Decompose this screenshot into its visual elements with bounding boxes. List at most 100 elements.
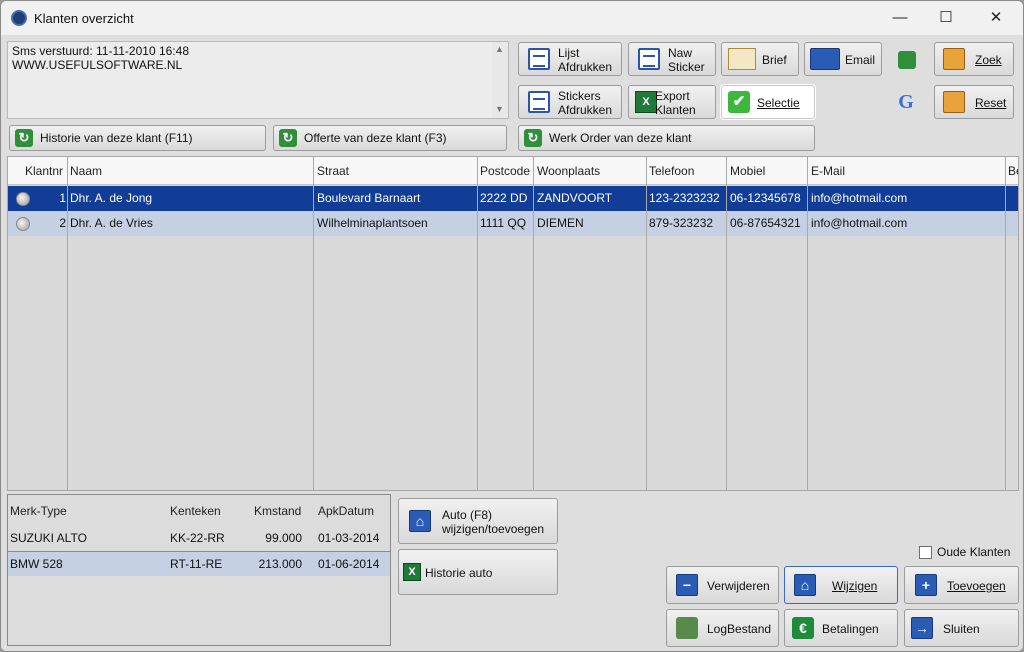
export-klanten-label: Export Klanten	[655, 89, 696, 117]
klanten-grid[interactable]: Klantnr Naam Straat Postcode Woonplaats …	[7, 156, 1019, 491]
column-divider	[646, 157, 647, 490]
row-radio[interactable]	[16, 192, 30, 206]
sms-website-line: WWW.USEFULSOFTWARE.NL	[12, 58, 183, 72]
cell-email: info@hotmail.com	[811, 216, 908, 230]
wijzigen-label: Wijzigen	[832, 579, 878, 593]
sms-sent-line: Sms verstuurd: 11-11-2010 16:48	[12, 44, 189, 58]
sms-text: Sms verstuurd: 11-11-2010 16:48 WWW.USEF…	[12, 44, 189, 72]
checkmark-icon: ✔	[728, 91, 750, 113]
excel-icon: X	[403, 563, 421, 581]
verwijderen-label: Verwijderen	[707, 579, 770, 593]
maximize-button[interactable]: ☐	[923, 1, 969, 35]
table-row[interactable]: 2 Dhr. A. de Vries Wilhelminaplantsoen 1…	[8, 211, 1018, 236]
oude-klanten-checkbox[interactable]	[919, 546, 932, 559]
sms-info-box[interactable]: Sms verstuurd: 11-11-2010 16:48 WWW.USEF…	[7, 41, 509, 119]
col-mobiel[interactable]: Mobiel	[730, 157, 765, 185]
google-icon[interactable]: G	[895, 91, 917, 113]
selectie-button[interactable]: ✔ Selectie	[721, 85, 815, 119]
cell-postcode: 1111 QQ	[480, 216, 527, 230]
historie-klant-label: Historie van deze klant (F11)	[40, 131, 193, 145]
list-item[interactable]: SUZUKI ALTO KK-22-RR 99.000 01-03-2014	[8, 526, 390, 551]
cell-klantnr: 1	[59, 191, 66, 205]
column-divider	[477, 157, 478, 490]
col-telefoon[interactable]: Telefoon	[649, 157, 694, 185]
sms-icon[interactable]	[898, 51, 916, 69]
cell-kenteken: KK-22-RR	[170, 531, 225, 545]
scroll-up-icon[interactable]: ▲	[495, 44, 504, 54]
offerte-klant-button[interactable]: ↻ Offerte van deze klant (F3)	[273, 125, 507, 151]
list-item[interactable]: BMW 528 RT-11-RE 213.000 01-06-2014	[8, 551, 390, 576]
email-button[interactable]: Email	[804, 42, 882, 76]
oude-klanten-label: Oude Klanten	[937, 545, 1011, 559]
table-row[interactable]: 1 Dhr. A. de Jong Boulevard Barnaart 222…	[8, 186, 1018, 211]
minimize-button[interactable]: —	[877, 1, 923, 35]
email-icon	[810, 48, 840, 70]
auto-wijzigen-label: Auto (F8) wijzigen/toevoegen	[442, 508, 545, 536]
cell-woonplaats: DIEMEN	[537, 216, 584, 230]
col-klantnr[interactable]: Klantnr	[25, 157, 63, 185]
grid-header: Klantnr Naam Straat Postcode Woonplaats …	[8, 157, 1018, 185]
email-label: Email	[845, 53, 876, 67]
row-radio[interactable]	[16, 217, 30, 231]
zoek-button[interactable]: Zoek	[934, 42, 1014, 76]
col-kmstand[interactable]: Kmstand	[254, 495, 301, 527]
export-klanten-button[interactable]: X Export Klanten	[628, 85, 716, 119]
lijst-afdrukken-button[interactable]: Lijst Afdrukken	[518, 42, 622, 76]
cell-straat: Boulevard Barnaart	[317, 191, 421, 205]
col-woonplaats[interactable]: Woonplaats	[537, 157, 600, 185]
sluiten-label: Sluiten	[943, 622, 980, 636]
selectie-label: Selectie	[757, 96, 800, 110]
auto-wijzigen-button[interactable]: ⌂ Auto (F8) wijzigen/toevoegen	[398, 498, 558, 544]
letter-icon	[728, 48, 756, 70]
offerte-klant-label: Offerte van deze klant (F3)	[304, 131, 447, 145]
zoek-label: Zoek	[975, 53, 1002, 67]
verwijderen-button[interactable]: − Verwijderen	[666, 566, 779, 604]
cell-kmstand: 99.000	[265, 531, 302, 545]
cell-merk-type: BMW 528	[10, 557, 63, 571]
col-email[interactable]: E-Mail	[811, 157, 845, 185]
column-divider	[1005, 157, 1006, 490]
wijzigen-button[interactable]: ⌂ Wijzigen	[784, 566, 898, 604]
edit-icon: ⌂	[794, 574, 816, 596]
app-icon	[11, 10, 27, 26]
window-title: Klanten overzicht	[34, 11, 134, 26]
reset-icon	[943, 91, 965, 113]
werkorder-klant-label: Werk Order van deze klant	[549, 131, 692, 145]
col-be[interactable]: Be	[1008, 157, 1018, 185]
reset-button[interactable]: Reset	[934, 85, 1014, 119]
historie-klant-button[interactable]: ↻ Historie van deze klant (F11)	[9, 125, 266, 151]
cell-apkdatum: 01-06-2014	[318, 557, 380, 571]
excel-icon: X	[635, 91, 657, 113]
werkorder-klant-button[interactable]: ↻ Werk Order van deze klant	[518, 125, 815, 151]
naw-sticker-button[interactable]: Naw Sticker	[628, 42, 716, 76]
cell-naam: Dhr. A. de Vries	[70, 216, 153, 230]
brief-label: Brief	[762, 53, 787, 67]
historie-auto-label: Historie auto	[425, 566, 493, 580]
col-kenteken[interactable]: Kenteken	[170, 495, 221, 527]
stickers-afdrukken-label: Stickers Afdrukken	[558, 89, 613, 117]
plus-icon: +	[915, 574, 937, 596]
col-naam[interactable]: Naam	[70, 157, 102, 185]
col-postcode[interactable]: Postcode	[480, 157, 530, 185]
cell-kenteken: RT-11-RE	[170, 557, 223, 571]
stickers-afdrukken-button[interactable]: Stickers Afdrukken	[518, 85, 622, 119]
close-button[interactable]: ✕	[973, 1, 1019, 35]
brief-button[interactable]: Brief	[721, 42, 799, 76]
cell-mobiel: 06-87654321	[730, 216, 801, 230]
toevoegen-button[interactable]: + Toevoegen	[904, 566, 1019, 604]
col-apkdatum[interactable]: ApkDatum	[318, 495, 374, 527]
reset-label: Reset	[975, 96, 1007, 110]
cell-naam: Dhr. A. de Jong	[70, 191, 153, 205]
sticker-icon	[638, 48, 660, 70]
historie-auto-button[interactable]: X Historie auto	[398, 549, 558, 595]
cell-kmstand: 213.000	[258, 557, 302, 571]
col-straat[interactable]: Straat	[317, 157, 349, 185]
sluiten-button[interactable]: → Sluiten	[904, 609, 1019, 647]
column-divider	[533, 157, 534, 490]
col-merk-type[interactable]: Merk-Type	[10, 495, 67, 527]
scroll-down-icon[interactable]: ▼	[495, 104, 504, 114]
betalingen-button[interactable]: € Betalingen	[784, 609, 898, 647]
sms-scrollbar[interactable]: ▲ ▼	[492, 42, 508, 118]
auto-list[interactable]: Merk-Type Kenteken Kmstand ApkDatum SUZU…	[7, 494, 391, 646]
logbestand-button[interactable]: LogBestand	[666, 609, 779, 647]
